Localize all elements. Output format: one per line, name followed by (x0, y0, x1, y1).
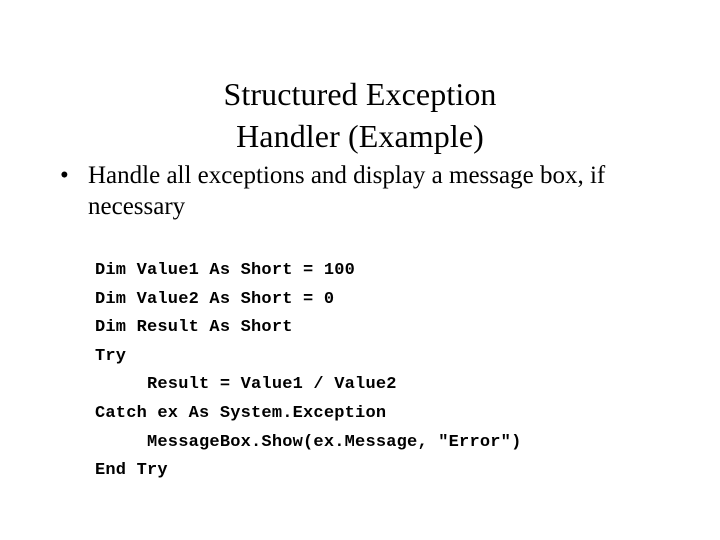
page-title-line-1: Structured Exception (223, 76, 497, 113)
bullet-marker-icon: • (60, 162, 69, 189)
list-item: • Handle all exceptions and display a me… (52, 160, 652, 222)
code-line: Dim Result As Short (95, 318, 293, 338)
code-line: Dim Value1 As Short = 100 (95, 261, 356, 280)
code-line: Catch ex As System.Exception (95, 403, 387, 423)
page-title: Structured Exception Handler (Example) (60, 73, 660, 157)
code-line: Dim Value2 As Short = 0 (95, 289, 335, 309)
page-title-line-2: Handler (Example) (236, 118, 484, 155)
bullet-list: • Handle all exceptions and display a me… (52, 160, 652, 222)
code-line: End Try (95, 461, 168, 481)
code-block: Dim Value1 As Short = 100 Dim Value2 As S… (95, 257, 521, 486)
bullet-text: Handle all exceptions and display a mess… (88, 162, 606, 220)
code-line: MessageBox.Show(ex.Message, "Error") (95, 432, 522, 452)
code-line: Try (95, 346, 127, 366)
code-line: Result = Value1 / Value2 (95, 375, 397, 395)
presentation-slide: Structured Exception Handler (Example) •… (0, 0, 720, 540)
